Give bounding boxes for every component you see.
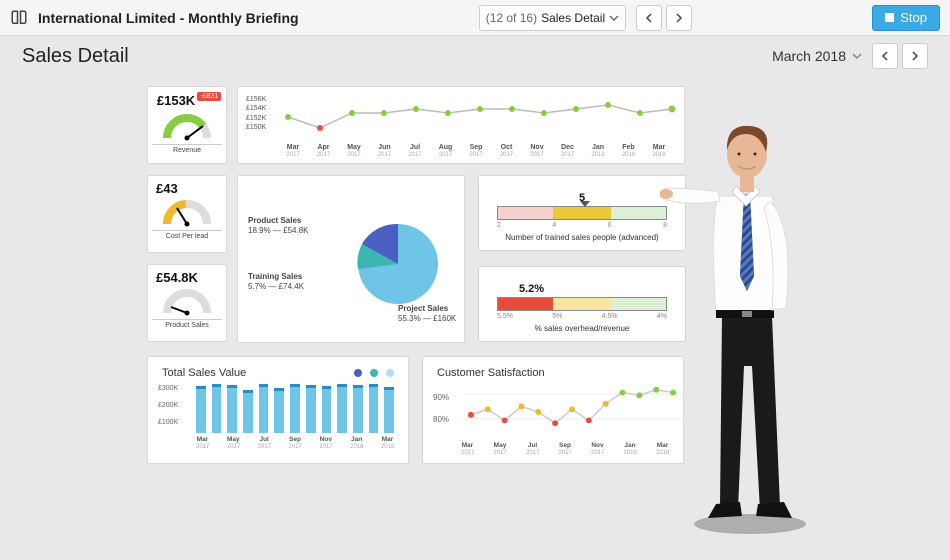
- y-axis: £300K£200K£100K: [158, 385, 178, 426]
- kpi-value: £54.8K: [156, 270, 198, 285]
- bullet-scale: 5.5%5%4.5%4%: [497, 313, 667, 320]
- overhead-bullet[interactable]: 5.2% 5.5%5%4.5%4% % sales overhead/reven…: [478, 266, 686, 342]
- chart-title: Total Sales Value: [162, 367, 246, 379]
- pie-label-training: Training Sales5.7% — £74.4K: [248, 272, 304, 292]
- chevron-down-icon: [852, 51, 862, 61]
- page-count: (12 of 16): [486, 11, 537, 25]
- total-sales-chart[interactable]: Total Sales Value £300K£200K£100K Mar201…: [147, 356, 409, 464]
- bullet-title: % sales overhead/revenue: [535, 324, 630, 333]
- next-page-button[interactable]: [666, 5, 692, 31]
- page-selector[interactable]: (12 of 16) Sales Detail: [479, 5, 626, 31]
- kpi-value: £153K: [157, 93, 195, 108]
- legend: [354, 369, 394, 377]
- gauge-icon: [163, 198, 211, 228]
- bullet-value: 5.2%: [519, 283, 544, 295]
- legend-dot: [354, 369, 362, 377]
- x-axis: Mar2017Apr2017May2017Jun2017Jul2017Aug20…: [248, 144, 674, 158]
- satisfaction-chart[interactable]: Customer Satisfaction 90%80% Mar2017 May…: [422, 356, 684, 464]
- dashboard-canvas: £153K-£831 Revenue £43 Cost Per lead £54…: [0, 76, 950, 560]
- sales-breakdown-pie[interactable]: Product Sales18.9% — £54.8K Training Sal…: [237, 175, 465, 343]
- page-title: Sales Detail: [22, 45, 129, 68]
- kpi-value: £43: [156, 181, 178, 196]
- bullet-title: Number of trained sales people (advanced…: [505, 233, 658, 242]
- chart-title: Customer Satisfaction: [437, 367, 669, 379]
- prev-page-button[interactable]: [636, 5, 662, 31]
- stop-label: Stop: [900, 10, 927, 25]
- bullet-track: [497, 297, 667, 311]
- page-name: Sales Detail: [541, 11, 605, 25]
- bars: [196, 385, 394, 433]
- gauge-icon: [163, 112, 211, 142]
- legend-dot: [386, 369, 394, 377]
- chevron-left-icon: [644, 13, 654, 23]
- kpi-revenue[interactable]: £153K-£831 Revenue: [147, 86, 227, 164]
- sub-header: Sales Detail March 2018: [0, 36, 950, 76]
- next-period-button[interactable]: [902, 43, 928, 69]
- stop-button[interactable]: Stop: [872, 5, 940, 31]
- chevron-left-icon: [880, 51, 890, 61]
- kpi-label: Product Sales: [152, 319, 222, 329]
- presenter-figure: [660, 96, 820, 536]
- marker-icon: [580, 201, 590, 207]
- bullet-track: [497, 206, 667, 220]
- bullet-scale: 2468: [497, 222, 667, 229]
- x-axis: Mar2017 May2017 Jul2017 Sep2017 Nov2017 …: [461, 442, 669, 456]
- chevron-right-icon: [910, 51, 920, 61]
- pie-label-project: Project Sales55.3% — £160K: [398, 304, 468, 324]
- y-axis: £156K£154K£152K£150K: [246, 95, 266, 133]
- trained-sales-bullet[interactable]: 5 2468 Number of trained sales people (a…: [478, 175, 686, 251]
- prev-period-button[interactable]: [872, 43, 898, 69]
- y-axis: 90%80%: [433, 387, 449, 432]
- stop-icon: [885, 13, 894, 22]
- pie-chart: [348, 214, 448, 314]
- gauge-icon: [163, 287, 211, 317]
- kpi-product-sales[interactable]: £54.8K Product Sales: [147, 264, 227, 342]
- kpi-cost-per-lead[interactable]: £43 Cost Per lead: [147, 175, 227, 253]
- period-selector[interactable]: March 2018: [772, 48, 862, 64]
- period-label: March 2018: [772, 48, 846, 64]
- pie-label-product: Product Sales18.9% — £54.8K: [248, 216, 308, 236]
- app-title: International Limited - Monthly Briefing: [38, 10, 299, 26]
- kpi-label: Revenue: [152, 144, 222, 154]
- top-bar: International Limited - Monthly Briefing…: [0, 0, 950, 36]
- chevron-down-icon: [609, 13, 619, 23]
- legend-dot: [370, 369, 378, 377]
- revenue-trend-chart[interactable]: £156K£154K£152K£150K Mar2017Apr2017May20…: [237, 86, 685, 164]
- chevron-right-icon: [674, 13, 684, 23]
- kpi-delta-badge: -£831: [197, 92, 221, 101]
- kpi-label: Cost Per lead: [152, 230, 222, 240]
- x-axis: Mar2017 May2017 Jul2017 Sep2017 Nov2017 …: [196, 436, 394, 450]
- line-chart: [463, 379, 681, 434]
- sparkline: [278, 95, 678, 135]
- book-icon: [10, 9, 28, 27]
